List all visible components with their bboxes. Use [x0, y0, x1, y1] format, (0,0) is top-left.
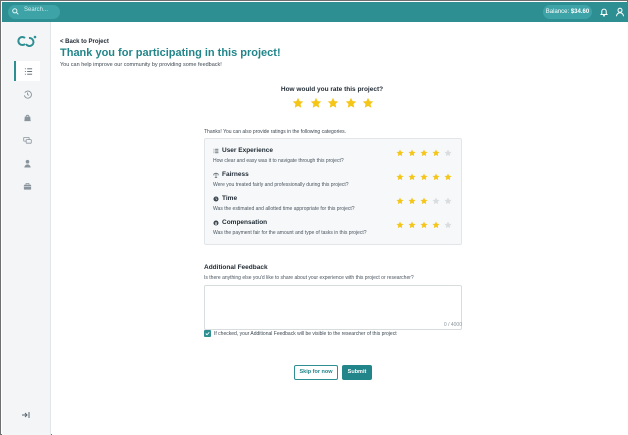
page-subtitle: You can help improve our community by pr…	[60, 62, 222, 68]
star-filled-icon[interactable]	[408, 221, 416, 229]
category-star-rating[interactable]	[396, 149, 452, 157]
star-filled-icon[interactable]	[345, 97, 357, 109]
feedback-char-counter: 0 / 4000	[443, 322, 462, 328]
top-bar: Search... Balance: $34.60	[2, 2, 628, 22]
star-empty-icon[interactable]	[432, 197, 440, 205]
collapse-icon[interactable]	[21, 410, 31, 420]
sidebar-item-history[interactable]	[14, 84, 40, 104]
back-link[interactable]: < Back to Project	[60, 39, 109, 45]
star-filled-icon[interactable]	[292, 97, 304, 109]
balance-label: Balance:	[545, 9, 570, 15]
search-input[interactable]: Search...	[24, 7, 48, 13]
star-filled-icon[interactable]	[420, 149, 428, 157]
star-filled-icon[interactable]	[310, 97, 322, 109]
category-name: Fairness	[222, 171, 249, 178]
category-star-rating[interactable]	[396, 221, 452, 229]
box-icon	[23, 182, 31, 190]
sidebar-item-account[interactable]	[14, 153, 40, 173]
feedback-prompt: Is there anything else you'd like to sha…	[204, 275, 414, 281]
person-icon	[23, 159, 31, 168]
dollar-icon: $	[213, 219, 219, 226]
sidebar-item-projects[interactable]	[14, 61, 40, 81]
star-filled-icon[interactable]	[327, 97, 339, 109]
star-empty-icon[interactable]	[444, 149, 452, 157]
search-icon	[12, 8, 19, 15]
search-box[interactable]: Search...	[8, 5, 60, 19]
star-filled-icon[interactable]	[432, 149, 440, 157]
category-description: Were you treated fairly and professional…	[213, 182, 349, 188]
star-filled-icon[interactable]	[396, 173, 404, 181]
sidebar-item-messages[interactable]	[14, 130, 40, 150]
star-filled-icon[interactable]	[420, 173, 428, 181]
category-ratings-panel: User Experience How clear and easy was i…	[204, 138, 462, 245]
star-empty-icon[interactable]	[444, 197, 452, 205]
bag-icon	[23, 114, 31, 121]
checkmark-icon	[205, 331, 210, 336]
sidebar	[2, 22, 51, 435]
category-star-rating[interactable]	[396, 197, 452, 205]
star-filled-icon[interactable]	[432, 221, 440, 229]
category-compensation: $ Compensation Was the payment fair for …	[213, 219, 453, 239]
page-title: Thank you for participating in this proj…	[60, 47, 281, 59]
skip-button[interactable]: Skip for now	[294, 365, 338, 380]
star-empty-icon[interactable]	[444, 221, 452, 229]
star-filled-icon[interactable]	[408, 149, 416, 157]
visibility-checkbox[interactable]	[204, 330, 211, 337]
category-name: Time	[222, 195, 238, 202]
list-icon	[213, 148, 219, 153]
main-content: < Back to Project Thank you for particip…	[52, 22, 628, 435]
sidebar-item-storage[interactable]	[14, 176, 40, 196]
balance-badge[interactable]: Balance: $34.60	[543, 5, 592, 19]
balance-value: $34.60	[570, 9, 590, 15]
category-description: How clear and easy was it to navigate th…	[213, 158, 344, 164]
category-user-experience: User Experience How clear and easy was i…	[213, 147, 453, 167]
feedback-title: Additional Feedback	[204, 264, 268, 271]
star-filled-icon[interactable]	[362, 97, 374, 109]
chat-icon	[22, 136, 32, 144]
star-filled-icon[interactable]	[396, 221, 404, 229]
overall-rating[interactable]	[292, 97, 374, 111]
star-filled-icon[interactable]	[408, 197, 416, 205]
star-filled-icon[interactable]	[432, 173, 440, 181]
star-filled-icon[interactable]	[420, 197, 428, 205]
scale-icon	[213, 172, 219, 178]
category-name: Compensation	[222, 219, 268, 226]
sidebar-item-payments[interactable]	[14, 107, 40, 127]
category-name: User Experience	[222, 147, 273, 154]
star-filled-icon[interactable]	[396, 197, 404, 205]
window-frame: Search... Balance: $34.60 < Back to Proj…	[0, 0, 628, 435]
category-fairness: Fairness Were you treated fairly and pro…	[213, 171, 453, 191]
clock-icon	[213, 195, 219, 202]
visibility-label: If checked, your Additional Feedback wil…	[214, 330, 397, 337]
submit-button[interactable]: Submit	[342, 365, 372, 380]
star-filled-icon[interactable]	[420, 221, 428, 229]
history-icon	[23, 90, 32, 99]
user-icon[interactable]	[615, 7, 625, 17]
star-filled-icon[interactable]	[444, 173, 452, 181]
rating-question: How would you rate this project?	[280, 86, 384, 93]
category-star-rating[interactable]	[396, 173, 452, 181]
category-time: Time Was the estimated and allotted time…	[213, 195, 453, 215]
star-filled-icon[interactable]	[396, 149, 404, 157]
categories-intro: Thanks! You can also provide ratings in …	[204, 129, 347, 135]
logo-icon[interactable]	[17, 34, 37, 48]
visibility-option: If checked, your Additional Feedback wil…	[204, 330, 397, 337]
category-description: Was the estimated and allotted time appr…	[213, 206, 355, 212]
star-filled-icon[interactable]	[408, 173, 416, 181]
category-description: Was the payment fair for the amount and …	[213, 230, 367, 236]
back-label: Back to Project	[65, 39, 109, 45]
list-icon	[24, 67, 32, 75]
bell-icon[interactable]	[599, 7, 609, 17]
